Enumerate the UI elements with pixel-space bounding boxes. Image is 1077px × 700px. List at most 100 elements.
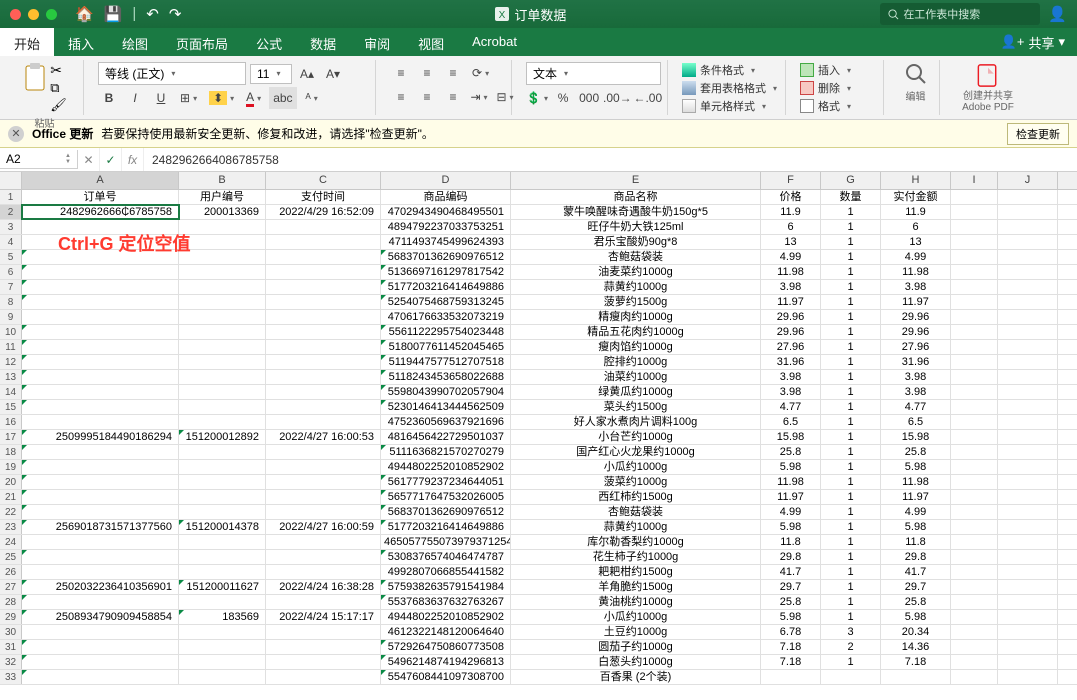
close-window[interactable] <box>10 9 21 20</box>
cell[interactable]: 5657717647532026005 <box>381 490 511 504</box>
cell[interactable] <box>179 325 266 339</box>
cell[interactable]: 5.98 <box>761 610 821 624</box>
cell[interactable] <box>266 265 381 279</box>
cell[interactable] <box>179 370 266 384</box>
cell[interactable] <box>951 310 998 324</box>
adobe-pdf-icon[interactable] <box>974 62 1002 89</box>
cell[interactable]: 5496214874194296813 <box>381 655 511 669</box>
cell[interactable]: 15.98 <box>881 430 951 444</box>
cell[interactable] <box>22 340 179 354</box>
cell[interactable] <box>22 535 179 549</box>
cell[interactable]: 4944802252010852902 <box>381 610 511 624</box>
cell[interactable] <box>22 400 179 414</box>
cell[interactable] <box>22 415 179 429</box>
cell[interactable] <box>22 595 179 609</box>
cell-header[interactable]: 商品编码 <box>381 190 511 204</box>
cell[interactable]: 6.5 <box>881 415 951 429</box>
conditional-format-button[interactable]: 条件格式 <box>682 62 779 78</box>
cell[interactable]: 蒜黄约1000g <box>511 520 761 534</box>
copy-icon[interactable]: ⧉ <box>50 80 67 96</box>
cell[interactable]: 4.99 <box>761 505 821 519</box>
cell[interactable]: 1 <box>821 550 881 564</box>
workbook-search[interactable]: 在工作表中搜索 <box>880 3 1040 25</box>
cell[interactable] <box>266 250 381 264</box>
cell[interactable]: 好人家水煮肉片调料100g <box>511 415 761 429</box>
cell[interactable]: 小台芒约1000g <box>511 430 761 444</box>
cell[interactable]: 1 <box>821 565 881 579</box>
cell[interactable] <box>998 220 1058 234</box>
cell[interactable] <box>266 280 381 294</box>
cell[interactable] <box>266 235 381 249</box>
cell[interactable]: 4.99 <box>881 250 951 264</box>
cell[interactable]: 25.8 <box>881 595 951 609</box>
cell[interactable] <box>22 550 179 564</box>
cell[interactable] <box>951 340 998 354</box>
cell[interactable] <box>951 430 998 444</box>
cell[interactable] <box>951 520 998 534</box>
cell-header[interactable]: 商品名称 <box>511 190 761 204</box>
cell[interactable]: 5729264750860773508 <box>381 640 511 654</box>
cell[interactable] <box>22 220 179 234</box>
row-header[interactable]: 31 <box>0 640 22 654</box>
cell[interactable]: 5308376574046474787 <box>381 550 511 564</box>
row-header[interactable]: 26 <box>0 565 22 579</box>
cell[interactable]: 黄油桃约1000g <box>511 595 761 609</box>
cell[interactable] <box>998 655 1058 669</box>
align-center-icon[interactable]: ≡ <box>416 86 438 108</box>
insert-cells-button[interactable]: 插入 <box>800 62 877 78</box>
cell[interactable] <box>266 400 381 414</box>
cell[interactable] <box>951 490 998 504</box>
cell[interactable] <box>998 670 1058 684</box>
cell[interactable] <box>998 355 1058 369</box>
cell[interactable]: 白葱头约1000g <box>511 655 761 669</box>
cell[interactable]: 1 <box>821 205 881 219</box>
cell[interactable]: 6 <box>881 220 951 234</box>
tab-draw[interactable]: 绘图 <box>108 28 162 56</box>
tab-acrobat[interactable]: Acrobat <box>458 28 531 56</box>
cell[interactable] <box>998 295 1058 309</box>
cancel-formula-icon[interactable]: ✕ <box>78 148 100 171</box>
font-size-select[interactable]: 11 <box>250 64 292 84</box>
cell[interactable] <box>266 310 381 324</box>
cell[interactable] <box>951 280 998 294</box>
cell[interactable] <box>998 235 1058 249</box>
cell[interactable]: 4.77 <box>761 400 821 414</box>
row-header[interactable]: 10 <box>0 325 22 339</box>
font-color-button[interactable]: A <box>242 87 265 109</box>
cell[interactable]: 29.96 <box>881 325 951 339</box>
fx-icon[interactable]: fx <box>122 148 144 171</box>
cell[interactable]: 君乐宝酸奶90g*8 <box>511 235 761 249</box>
cell[interactable] <box>998 565 1058 579</box>
cell[interactable]: 菜头约1500g <box>511 400 761 414</box>
cell[interactable]: 2022/4/24 16:38:28 <box>266 580 381 594</box>
phonetic-button[interactable]: abc <box>269 87 296 109</box>
row-header[interactable]: 23 <box>0 520 22 534</box>
align-top-icon[interactable]: ≡ <box>390 62 412 84</box>
cell[interactable]: 29.96 <box>761 325 821 339</box>
cell[interactable]: 11.9 <box>881 205 951 219</box>
cell[interactable]: 1 <box>821 280 881 294</box>
currency-button[interactable]: 💲 <box>526 87 548 109</box>
row-header[interactable]: 3 <box>0 220 22 234</box>
align-middle-icon[interactable]: ≡ <box>416 62 438 84</box>
cell[interactable]: 13 <box>881 235 951 249</box>
cell[interactable]: 小瓜约1000g <box>511 460 761 474</box>
cell[interactable]: 1 <box>821 430 881 444</box>
cell[interactable]: 花生柿子约1000g <box>511 550 761 564</box>
row-header[interactable]: 4 <box>0 235 22 249</box>
cell[interactable] <box>266 325 381 339</box>
cell[interactable]: 5561122295754023448 <box>381 325 511 339</box>
align-bottom-icon[interactable]: ≡ <box>442 62 464 84</box>
cell[interactable]: 5.98 <box>761 460 821 474</box>
cell-header[interactable]: 价格 <box>761 190 821 204</box>
row-header[interactable]: 13 <box>0 370 22 384</box>
cell[interactable] <box>761 670 821 684</box>
cell[interactable]: 1 <box>821 295 881 309</box>
cell[interactable] <box>179 505 266 519</box>
cell[interactable] <box>179 265 266 279</box>
cell[interactable]: 5683701362690976512 <box>381 505 511 519</box>
row-header[interactable]: 32 <box>0 655 22 669</box>
cell[interactable] <box>179 295 266 309</box>
cell[interactable]: 29.96 <box>761 310 821 324</box>
cell[interactable]: 25.8 <box>761 595 821 609</box>
